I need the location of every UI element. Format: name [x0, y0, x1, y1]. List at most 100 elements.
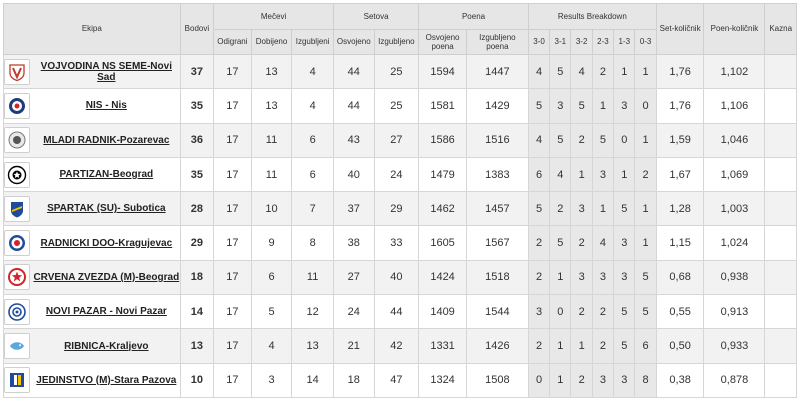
- mladi-radnik-logo-icon: [4, 127, 30, 154]
- point-ratio-cell: 1,046: [703, 122, 766, 158]
- header-r30: 3-0: [527, 29, 551, 55]
- lost-cell: 6: [291, 156, 334, 193]
- team-cell: CRVENA ZVEZDA (M)-Beograd: [3, 259, 181, 296]
- team-link[interactable]: CRVENA ZVEZDA (M)-Beograd: [33, 272, 180, 283]
- team-cell: JEDINSTVO (M)-Stara Pazova: [3, 362, 181, 398]
- r23-cell: 3: [591, 362, 615, 398]
- set-ratio-cell: 1,76: [655, 88, 705, 124]
- r23-cell: 1: [591, 88, 615, 124]
- won-cell: 13: [250, 53, 293, 90]
- crvena-zvezda-logo-icon: [4, 264, 30, 291]
- r03-cell: 6: [634, 328, 657, 364]
- team-cell: NIS - Nis: [3, 88, 181, 124]
- r23-cell: 2: [591, 328, 615, 364]
- header-r32: 3-2: [570, 29, 593, 55]
- points-won-cell: 1605: [418, 225, 467, 261]
- team-cell: NOVI PAZAR - Novi Pazar: [3, 294, 181, 330]
- played-cell: 17: [213, 294, 252, 330]
- table-row: NIS - Nis 35 17 13 4 44 25 1581 1429 5 3 5 1 3 0 1,76 1,…: [3, 88, 797, 124]
- points-lost-cell: 1383: [465, 156, 529, 193]
- won-cell: 6: [250, 259, 293, 296]
- team-link[interactable]: VOJVODINA NS SEME-Novi Sad: [33, 61, 180, 83]
- won-cell: 11: [250, 122, 293, 158]
- point-ratio-cell: 1,003: [703, 191, 766, 227]
- points-won-cell: 1586: [418, 122, 467, 158]
- r31-cell: 5: [549, 122, 572, 158]
- point-ratio-cell: 0,933: [703, 328, 766, 364]
- set-ratio-cell: 0,38: [655, 362, 705, 398]
- r32-cell: 2: [570, 294, 593, 330]
- points-cell: 13: [179, 328, 215, 364]
- penalty-cell: [764, 53, 797, 90]
- r03-cell: 8: [634, 362, 657, 398]
- team-link[interactable]: NOVI PAZAR - Novi Pazar: [33, 306, 180, 317]
- played-cell: 17: [213, 156, 252, 193]
- r03-cell: 5: [634, 294, 657, 330]
- team-cell: RADNICKI DOO-Kragujevac: [3, 225, 181, 261]
- r30-cell: 4: [527, 122, 551, 158]
- header-r23: 2-3: [591, 29, 615, 55]
- points-cell: 28: [179, 191, 215, 227]
- r32-cell: 3: [570, 259, 593, 296]
- header-r03: 0-3: [634, 29, 657, 55]
- points-lost-cell: 1426: [465, 328, 529, 364]
- played-cell: 17: [213, 259, 252, 296]
- point-ratio-cell: 0,878: [703, 362, 766, 398]
- points-lost-cell: 1508: [465, 362, 529, 398]
- r03-cell: 1: [634, 53, 657, 90]
- played-cell: 17: [213, 362, 252, 398]
- r13-cell: 1: [613, 156, 636, 193]
- sets-lost-cell: 47: [373, 362, 420, 398]
- set-ratio-cell: 1,15: [655, 225, 705, 261]
- played-cell: 17: [213, 53, 252, 90]
- table-row: RADNICKI DOO-Kragujevac 29 17 9 8 38 33 1605 156…: [3, 225, 797, 261]
- points-cell: 14: [179, 294, 215, 330]
- points-lost-cell: 1429: [465, 88, 529, 124]
- set-ratio-cell: 0,68: [655, 259, 705, 296]
- won-cell: 4: [250, 328, 293, 364]
- team-link[interactable]: NIS - Nis: [33, 100, 180, 111]
- penalty-cell: [764, 225, 797, 261]
- sets-lost-cell: 42: [373, 328, 420, 364]
- r32-cell: 2: [570, 362, 593, 398]
- team-link[interactable]: SPARTAK (SU)- Subotica: [33, 203, 180, 214]
- header-penalty: Kazna: [764, 3, 797, 55]
- points-won-cell: 1581: [418, 88, 467, 124]
- header-sets-won: Osvojeno: [332, 29, 375, 55]
- team-link[interactable]: MLADI RADNIK-Pozarevac: [33, 135, 180, 146]
- won-cell: 9: [250, 225, 293, 261]
- r23-cell: 4: [591, 225, 615, 261]
- sets-won-cell: 43: [332, 122, 375, 158]
- points-won-cell: 1409: [418, 294, 467, 330]
- r13-cell: 5: [613, 191, 636, 227]
- r32-cell: 5: [570, 88, 593, 124]
- team-link[interactable]: RADNICKI DOO-Kragujevac: [33, 238, 180, 249]
- r30-cell: 5: [527, 191, 551, 227]
- penalty-cell: [764, 328, 797, 364]
- penalty-cell: [764, 294, 797, 330]
- team-link[interactable]: RIBNICA-Kraljevo: [33, 341, 180, 352]
- header-sets: Setova: [332, 3, 420, 30]
- team-link[interactable]: JEDINSTVO (M)-Stara Pazova: [33, 375, 180, 386]
- header-points-won: Osvojeno poena: [418, 29, 467, 55]
- won-cell: 5: [250, 294, 293, 330]
- point-ratio-cell: 1,069: [703, 156, 766, 193]
- team-link[interactable]: PARTIZAN-Beograd: [33, 169, 180, 180]
- lost-cell: 8: [291, 225, 334, 261]
- penalty-cell: [764, 156, 797, 193]
- r32-cell: 4: [570, 53, 593, 90]
- point-ratio-cell: 1,106: [703, 88, 766, 124]
- points-cell: 29: [179, 225, 215, 261]
- points-lost-cell: 1457: [465, 191, 529, 227]
- won-cell: 10: [250, 191, 293, 227]
- r23-cell: 5: [591, 122, 615, 158]
- set-ratio-cell: 0,50: [655, 328, 705, 364]
- table-row: MLADI RADNIK-Pozarevac 36 17 11 6 43 27 1586 151…: [3, 122, 797, 158]
- points-cell: 35: [179, 88, 215, 124]
- r31-cell: 5: [549, 225, 572, 261]
- r13-cell: 5: [613, 328, 636, 364]
- points-lost-cell: 1544: [465, 294, 529, 330]
- points-cell: 37: [179, 53, 215, 90]
- r13-cell: 3: [613, 225, 636, 261]
- team-cell: PARTIZAN-Beograd: [3, 156, 181, 193]
